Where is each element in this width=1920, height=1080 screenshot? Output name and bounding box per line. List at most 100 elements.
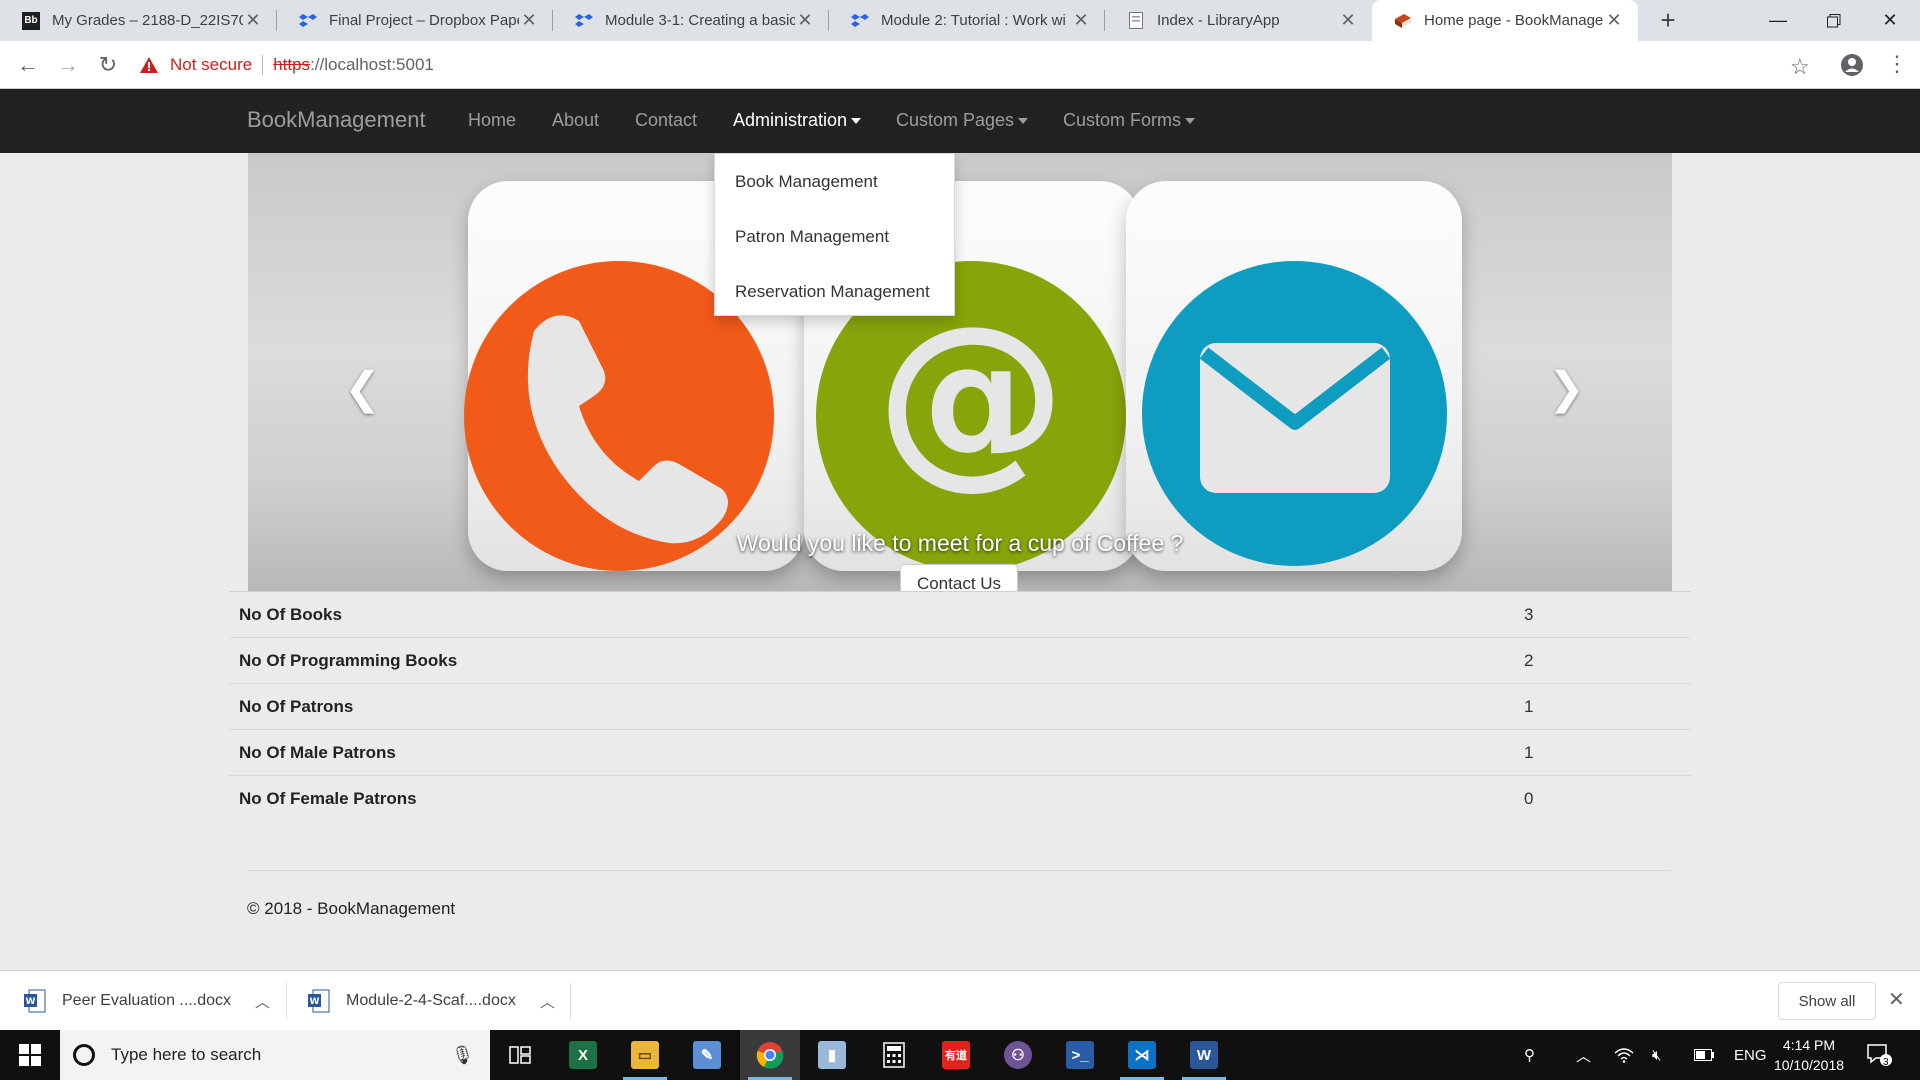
menu-item-book-management[interactable]: Book Management bbox=[715, 162, 954, 217]
dropbox-icon bbox=[299, 12, 317, 30]
tab-title: Final Project – Dropbox Pape bbox=[329, 12, 519, 29]
bookmark-star-icon[interactable]: ☆ bbox=[1790, 54, 1810, 80]
excel-app-icon[interactable]: X bbox=[553, 1030, 613, 1080]
restore-button[interactable] bbox=[1806, 0, 1862, 41]
forward-button[interactable]: → bbox=[52, 49, 84, 81]
new-tab-button[interactable]: + bbox=[1652, 5, 1684, 37]
nav-link-home[interactable]: Home bbox=[468, 110, 516, 131]
nav-dropdown-custom-pages[interactable]: Custom Pages bbox=[896, 110, 1029, 131]
speaker-muted-icon[interactable]: 🔇︎ bbox=[1652, 1030, 1661, 1080]
close-icon[interactable]: ✕ bbox=[519, 10, 539, 31]
close-icon[interactable]: ✕ bbox=[1071, 10, 1091, 31]
tab-title: Module 3-1: Creating a basic bbox=[605, 12, 795, 29]
footer-copyright: © 2018 - BookManagement bbox=[247, 899, 456, 918]
omnibox-divider bbox=[262, 55, 264, 75]
clock-time: 4:14 PM bbox=[1782, 1037, 1836, 1053]
profile-avatar-icon[interactable] bbox=[1840, 53, 1864, 77]
nav-dropdown-administration[interactable]: Administration bbox=[733, 110, 862, 131]
download-separator bbox=[570, 983, 571, 1019]
browser-tab[interactable]: Module 2: Tutorial : Work wi ✕ bbox=[829, 0, 1105, 41]
download-filename: Peer Evaluation ....docx bbox=[62, 992, 231, 1009]
storage-app-icon[interactable]: ▮ bbox=[802, 1030, 862, 1080]
action-center-icon[interactable]: 3 bbox=[1866, 1030, 1892, 1080]
file-explorer-app-icon[interactable]: ▭ bbox=[615, 1030, 675, 1080]
system-clock[interactable]: 4:14 PM 10/10/2018 bbox=[1764, 1035, 1854, 1075]
show-hidden-icons-chevron-icon[interactable]: ︿ bbox=[1576, 1030, 1591, 1080]
chevron-up-icon[interactable]: ︿ bbox=[540, 991, 555, 1012]
browser-tab[interactable]: Final Project – Dropbox Pape ✕ bbox=[277, 0, 553, 41]
browser-tab[interactable]: Module 3-1: Creating a basic ✕ bbox=[553, 0, 829, 41]
envelope-icon bbox=[1142, 261, 1447, 566]
browser-tab[interactable]: Index - LibraryApp ✕ bbox=[1105, 0, 1372, 41]
tab-title: Module 2: Tutorial : Work wi bbox=[881, 12, 1066, 29]
table-row: No Of Patrons 1 bbox=[229, 683, 1691, 729]
close-icon[interactable]: ✕ bbox=[795, 10, 815, 31]
table-row: No Of Books 3 bbox=[229, 591, 1691, 637]
warning-icon bbox=[140, 57, 158, 73]
close-icon[interactable]: ✕ bbox=[1604, 10, 1624, 31]
word-doc-icon: W bbox=[308, 989, 330, 1013]
hero-carousel: @ ❮ ❯ Would you like to meet for a cup o… bbox=[248, 153, 1672, 591]
envelope-cube-image bbox=[1126, 181, 1462, 571]
browser-toolbar: ← → ↻ Not secure https://localhost:5001 … bbox=[0, 41, 1920, 89]
github-desktop-app-icon[interactable]: ⚇ bbox=[988, 1030, 1048, 1080]
nav-link-about[interactable]: About bbox=[552, 110, 599, 131]
windows-taskbar: Type here to search 🎙 X ▭ ✎ ▮ 有道 ⚇ >_ ⋊ … bbox=[0, 1030, 1920, 1080]
vscode-app-icon[interactable]: ⋊ bbox=[1112, 1030, 1172, 1080]
paint-app-icon[interactable]: ✎ bbox=[677, 1030, 737, 1080]
stat-value: 3 bbox=[1524, 604, 1534, 624]
cortana-icon bbox=[73, 1044, 95, 1066]
battery-icon[interactable] bbox=[1694, 1030, 1714, 1080]
browser-tab[interactable]: Bb My Grades – 2188-D_22IS70 ✕ bbox=[0, 0, 277, 41]
menu-kebab-icon[interactable]: ⋮ bbox=[1886, 51, 1908, 77]
nav-link-contact[interactable]: Contact bbox=[635, 110, 697, 131]
close-icon[interactable]: ✕ bbox=[243, 10, 263, 31]
carousel-prev-arrow-icon[interactable]: ❮ bbox=[344, 363, 381, 414]
security-label[interactable]: Not secure bbox=[170, 55, 252, 75]
caret-down-icon bbox=[851, 118, 862, 125]
youdao-app-icon[interactable]: 有道 bbox=[926, 1030, 986, 1080]
table-row: No Of Programming Books 2 bbox=[229, 637, 1691, 683]
nav-dropdown-custom-forms[interactable]: Custom Forms bbox=[1063, 110, 1196, 131]
wifi-icon[interactable] bbox=[1614, 1030, 1634, 1080]
notification-count-badge: 3 bbox=[1883, 1057, 1889, 1068]
menu-item-patron-management[interactable]: Patron Management bbox=[715, 217, 954, 272]
footer-divider bbox=[247, 870, 1671, 871]
calculator-app-icon[interactable] bbox=[864, 1030, 924, 1080]
minimize-button[interactable]: — bbox=[1750, 0, 1806, 41]
windows-start-icon[interactable] bbox=[0, 1030, 60, 1080]
chevron-up-icon[interactable]: ︿ bbox=[255, 991, 270, 1012]
bb-icon: Bb bbox=[22, 11, 40, 30]
download-item[interactable]: W Peer Evaluation ....docx ︿ bbox=[24, 971, 270, 1031]
nav-dropdown-label: Custom Pages bbox=[896, 110, 1015, 130]
close-icon[interactable]: ✕ bbox=[1888, 987, 1905, 1012]
powershell-app-icon[interactable]: >_ bbox=[1050, 1030, 1110, 1080]
page-viewport: BookManagement Home About Contact Admini… bbox=[0, 89, 1920, 970]
download-item[interactable]: W Module-2-4-Scaf....docx ︿ bbox=[308, 971, 555, 1031]
browser-tab-active[interactable]: Home page - BookManagem ✕ bbox=[1372, 0, 1638, 41]
site-navbar: BookManagement Home About Contact Admini… bbox=[0, 89, 1920, 153]
svg-text:W: W bbox=[26, 997, 36, 1007]
word-app-icon[interactable]: W bbox=[1174, 1030, 1234, 1080]
input-language-indicator[interactable]: ENG bbox=[1734, 1030, 1767, 1080]
stat-label: No Of Male Patrons bbox=[239, 742, 396, 762]
people-icon[interactable]: ⚲ bbox=[1524, 1030, 1535, 1080]
taskbar-search-input[interactable]: Type here to search 🎙 bbox=[60, 1030, 490, 1080]
show-all-button[interactable]: Show all bbox=[1778, 982, 1876, 1020]
close-icon[interactable]: ✕ bbox=[1338, 10, 1358, 31]
carousel-next-arrow-icon[interactable]: ❯ bbox=[1548, 363, 1585, 414]
address-bar[interactable]: Not secure https://localhost:5001 bbox=[140, 46, 1790, 84]
back-button[interactable]: ← bbox=[12, 49, 44, 81]
download-separator bbox=[286, 983, 287, 1019]
stat-label: No Of Books bbox=[239, 604, 342, 624]
stats-table: No Of Books 3 No Of Programming Books 2 … bbox=[229, 591, 1691, 821]
reload-button[interactable]: ↻ bbox=[92, 49, 124, 81]
chrome-app-icon[interactable] bbox=[740, 1030, 800, 1080]
site-brand[interactable]: BookManagement bbox=[247, 107, 426, 133]
menu-item-reservation-management[interactable]: Reservation Management bbox=[715, 272, 954, 327]
close-window-button[interactable]: ✕ bbox=[1862, 0, 1918, 41]
microphone-icon[interactable]: 🎙 bbox=[451, 1045, 474, 1066]
book-icon bbox=[1394, 12, 1412, 30]
task-view-icon[interactable] bbox=[490, 1030, 550, 1080]
contact-us-button[interactable]: Contact Us bbox=[900, 564, 1018, 591]
